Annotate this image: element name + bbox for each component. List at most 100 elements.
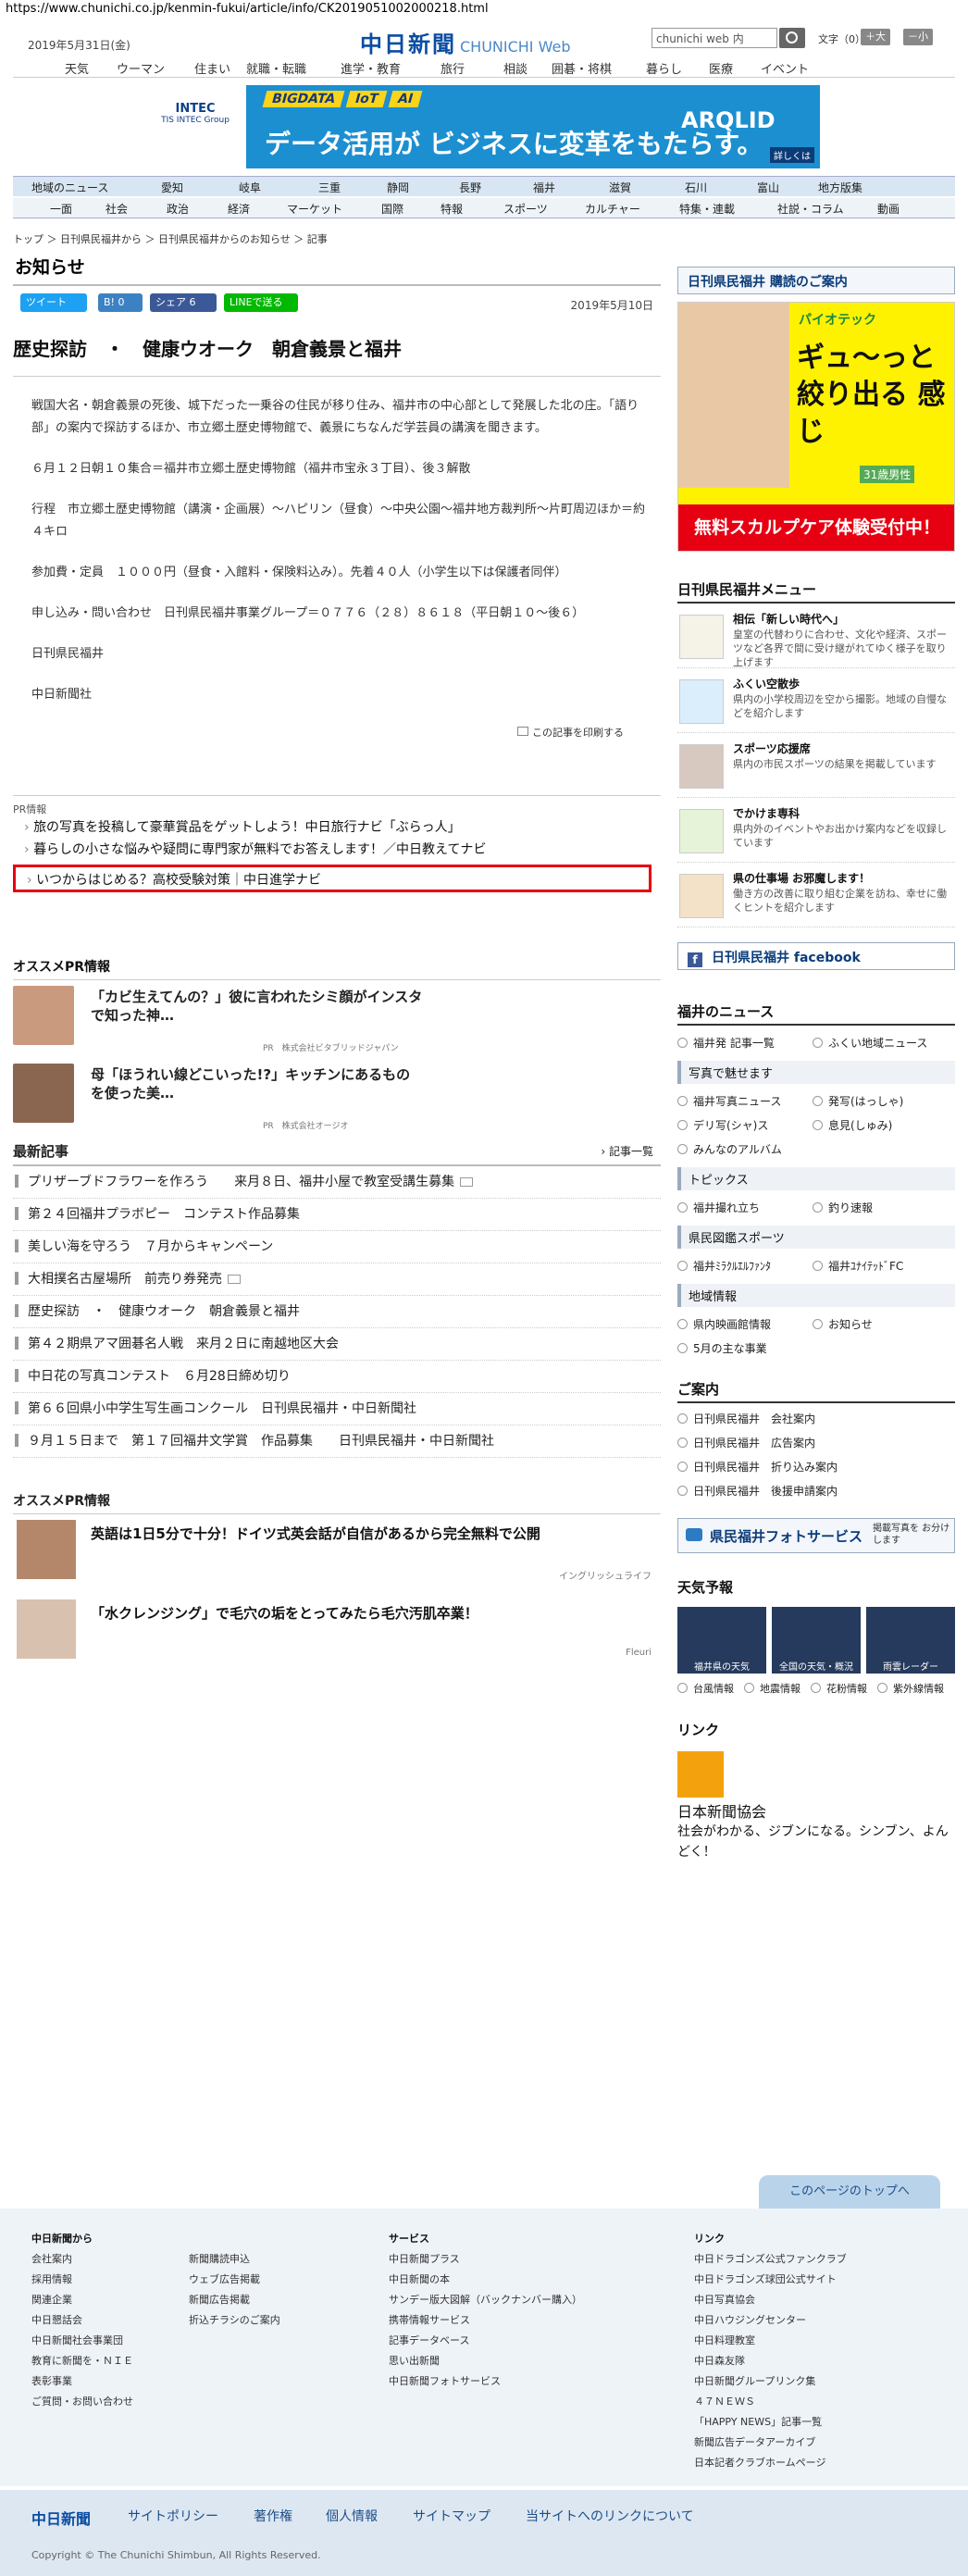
footer-bar-link[interactable]: 当サイトへのリンクについて [526, 2507, 694, 2525]
weather-japan-button[interactable]: 全国の天気・概況 [772, 1607, 861, 1674]
region-item[interactable]: 長野 [459, 180, 481, 195]
footer-link[interactable]: 表彰事業 [31, 2371, 133, 2392]
guide-link[interactable]: 日刊県民福井 折り込み案内 [677, 1455, 955, 1479]
news-link[interactable]: お知らせ [813, 1313, 948, 1337]
footer-link[interactable]: 教育に新聞を・ＮＩＥ [31, 2351, 133, 2371]
weather-link[interactable]: 紫外線情報 [877, 1677, 944, 1701]
footer-link[interactable]: 中日新聞の本 [389, 2270, 582, 2290]
footer-link[interactable]: 中日新聞社会事業団 [31, 2331, 133, 2351]
region-item[interactable]: 地方版集 [818, 180, 863, 195]
osusume2-item[interactable]: 「水クレンジング」で毛穴の垢をとってみたら毛穴汚肌卒業！ Fleuri [13, 1599, 661, 1674]
subscribe-link[interactable]: 日刊県民福井 購読のご案内 [677, 267, 955, 294]
guide-link[interactable]: 日刊県民福井 会社案内 [677, 1407, 955, 1431]
footer-link[interactable]: 中日ハウジングセンター [694, 2310, 847, 2331]
latest-item[interactable]: プリザーブドフラワーを作ろう 来月８日、福井小屋で教室受講生募集 [13, 1166, 661, 1199]
news-link[interactable]: 福井ﾐﾗｸﾙｴﾙﾌｧﾝﾀ [677, 1254, 813, 1278]
footer-logo[interactable]: 中日新聞 [31, 2507, 91, 2529]
footer-link[interactable]: 中日写真協会 [694, 2290, 847, 2310]
news-link[interactable]: 県内映画館情報 [677, 1313, 813, 1337]
footer-link[interactable]: 「HAPPY NEWS」記事一覧 [694, 2412, 847, 2433]
topnav-item[interactable]: 相談 [503, 59, 527, 77]
facebook-link[interactable]: 日刊県民福井 facebook [677, 942, 955, 970]
footer-link[interactable]: 日本記者クラブホームページ [694, 2453, 847, 2473]
news-link[interactable]: 福井撮れ立ち [677, 1196, 813, 1220]
region-item[interactable]: 福井 [533, 180, 555, 195]
latest-item[interactable]: 歴史探訪 ・ 健康ウオーク 朝倉義景と福井 [13, 1296, 661, 1328]
pressnet-logo[interactable] [677, 1751, 724, 1798]
footer-link[interactable]: ご質問・お問い合わせ [31, 2392, 133, 2412]
category-item[interactable]: 一面 [50, 201, 72, 217]
footer-link[interactable]: サンデー版大図解（バックナンバー購入） [389, 2290, 582, 2310]
topnav-item[interactable]: 天気 [65, 59, 89, 77]
menu-item[interactable]: ふくい空散歩 県内の小学校周辺を空から撮影。地域の自慢などを紹介します [677, 674, 955, 733]
menu-item[interactable]: でかけま専科 県内外のイベントやお出かけ案内などを収録しています [677, 803, 955, 863]
footer-link[interactable]: 関連企業 [31, 2290, 133, 2310]
footer-link[interactable]: 折込チラシのご案内 [189, 2310, 280, 2331]
footer-bar-link[interactable]: サイトマップ [413, 2507, 490, 2525]
news-link[interactable]: ふくい地域ニュース [813, 1031, 948, 1055]
banner-more-button[interactable]: 詳しくは [770, 147, 814, 163]
region-item[interactable]: 三重 [318, 180, 341, 195]
footer-link[interactable]: 中日懇話会 [31, 2310, 133, 2331]
region-item[interactable]: 静岡 [387, 180, 409, 195]
menu-item[interactable]: 県の仕事場 お邪魔します！ 働き方の改善に取り組む企業を訪ね、幸せに働くヒントを紹… [677, 868, 955, 927]
pressnet-name[interactable]: 日本新聞協会 [677, 1799, 955, 1822]
guide-link[interactable]: 日刊県民福井 広告案内 [677, 1431, 955, 1455]
search-input[interactable] [652, 28, 777, 48]
latest-item[interactable]: 大相撲名古屋場所 前売り券発売 [13, 1263, 661, 1296]
footer-link[interactable]: 中日新聞フォトサービス [389, 2371, 582, 2392]
footer-link[interactable]: 新聞広告データアーカイブ [694, 2433, 847, 2453]
font-size-up-button[interactable]: ＋大 [861, 29, 890, 45]
news-link[interactable]: 福井写真ニュース [677, 1089, 813, 1114]
region-item[interactable]: 石川 [685, 180, 707, 195]
topnav-item[interactable]: イベント [761, 59, 809, 77]
category-item[interactable]: マーケット [287, 201, 342, 217]
search-icon[interactable] [779, 28, 805, 48]
latest-item[interactable]: 第２４回福井プラボピー コンテスト作品募集 [13, 1199, 661, 1231]
footer-bar-link[interactable]: 個人情報 [326, 2507, 378, 2525]
category-item[interactable]: カルチャー [585, 201, 640, 217]
osusume-item[interactable]: 「カビ生えてんの？」彼に言われたシミ顔がインスタで知った神… PR 株式会社ビタ… [13, 986, 661, 1058]
category-item[interactable]: 社説・コラム [777, 201, 844, 217]
topnav-item[interactable]: 進学・教育 [341, 59, 401, 77]
topnav-item[interactable]: 医療 [709, 59, 733, 77]
breadcrumb[interactable]: トップ ＞ 日刊県民福井から ＞ 日刊県民福井からのお知らせ ＞ 記事 [13, 231, 328, 246]
region-item[interactable]: 滋賀 [609, 180, 631, 195]
category-item[interactable]: スポーツ [503, 201, 548, 217]
news-link[interactable]: 釣り速報 [813, 1196, 948, 1220]
weather-fukui-button[interactable]: 福井県の天気 [677, 1607, 766, 1674]
menu-item[interactable]: スポーツ応援席 県内の市民スポーツの結果を掲載しています [677, 739, 955, 798]
latest-item[interactable]: ９月１５日まで 第１７回福井文学賞 作品募集 日刊県民福井・中日新聞社 [13, 1425, 661, 1458]
footer-link[interactable]: 携帯情報サービス [389, 2310, 582, 2331]
category-item[interactable]: 特集・連載 [679, 201, 735, 217]
rain-radar-button[interactable]: 雨雲レーダー [866, 1607, 955, 1674]
news-link[interactable]: 福井ﾕﾅｲﾃｯﾄﾞFC [813, 1254, 948, 1278]
osusume-item[interactable]: 母「ほうれい線どこいった!?」キッチンにあるものを使った美… PR 株式会社オー… [13, 1064, 661, 1136]
footer-link[interactable]: 思い出新聞 [389, 2351, 582, 2371]
osusume2-item[interactable]: 英語は1日5分で十分！ドイツ式英会話が自信があるから完全無料で公開 イングリッシ… [13, 1520, 661, 1594]
region-item[interactable]: 岐阜 [239, 180, 261, 195]
pr-link[interactable]: 暮らしの小さな悩みや疑問に専門家が無料でお答えします！／中日教えてナビ [24, 839, 661, 861]
weather-link[interactable]: 花粉情報 [811, 1677, 877, 1701]
weather-link[interactable]: 地震情報 [744, 1677, 811, 1701]
footer-link[interactable]: 中日料理教室 [694, 2331, 847, 2351]
ad-banner[interactable]: INTEC TIS INTEC Group BIGDATA IoT AI データ活用が… [144, 85, 820, 168]
news-link[interactable]: 福井発 記事一覧 [677, 1031, 813, 1055]
footer-link[interactable]: 記事データベース [389, 2331, 582, 2351]
latest-more-link[interactable]: › 記事一覧 [601, 1143, 653, 1159]
footer-link[interactable]: 中日新聞グループリンク集 [694, 2371, 847, 2392]
footer-link[interactable]: ４７ＮＥＷＳ [694, 2392, 847, 2412]
footer-link[interactable]: 新聞購読申込 [189, 2249, 280, 2270]
footer-link[interactable]: 中日新聞プラス [389, 2249, 582, 2270]
topnav-item[interactable]: ウーマン [117, 59, 165, 77]
hatena-button[interactable]: B! 0 [98, 293, 143, 312]
menu-item[interactable]: 相伝「新しい時代へ」 皇室の代替わりに合わせ、文化や経済、スポーツなど各界で間に受… [677, 609, 955, 668]
category-item[interactable]: 社会 [105, 201, 128, 217]
tweet-button[interactable]: ツイート [20, 293, 87, 312]
photo-service-link[interactable]: 県民福井フォトサービス 掲載写真を お分けします [677, 1518, 955, 1553]
site-logo[interactable]: 中日新聞 CHUNICHI Web [360, 26, 571, 58]
region-item[interactable]: 地域のニュース [31, 180, 108, 195]
pr-link[interactable]: いつからはじめる？高校受験対策｜中日進学ナビ [27, 869, 639, 891]
footer-link[interactable]: 中日森友隊 [694, 2351, 847, 2371]
latest-item[interactable]: 中日花の写真コンテスト ６月28日締め切り [13, 1361, 661, 1393]
